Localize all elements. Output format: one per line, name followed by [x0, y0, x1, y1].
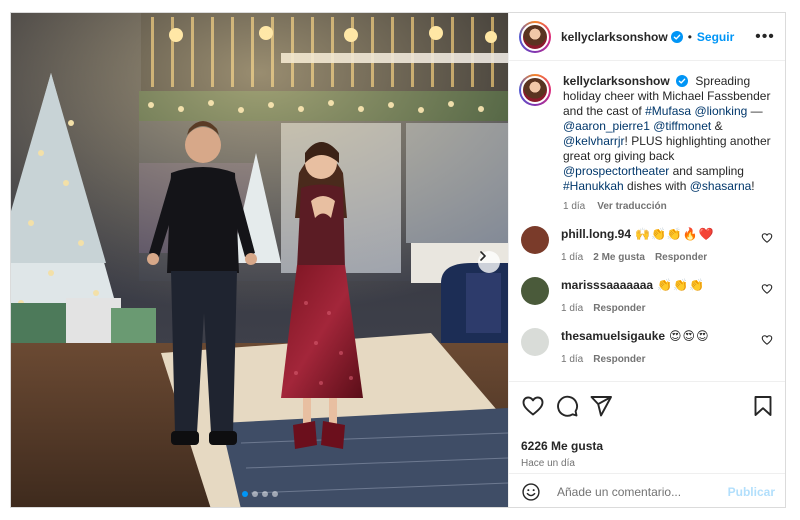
comment-line: marisssaaaaaaa 👏👏👏: [561, 277, 775, 293]
caption-tag-link[interactable]: #Mufasa: [645, 104, 691, 118]
comment-text: 😍😍😍: [669, 329, 710, 343]
verified-badge-icon: [676, 75, 689, 87]
reply-button[interactable]: Responder: [593, 354, 645, 365]
caption-tag-link[interactable]: @prospectortheater: [563, 164, 669, 178]
comment-meta: 1 día Responder: [561, 303, 775, 314]
comment-heart-icon[interactable]: [761, 334, 773, 346]
more-options-icon[interactable]: •••: [755, 28, 775, 44]
carousel-dots: [11, 491, 508, 497]
carousel-dot[interactable]: [261, 491, 268, 497]
verified-badge-icon: [670, 30, 683, 43]
carousel-dot[interactable]: [251, 491, 258, 497]
header-separator: •: [687, 29, 692, 44]
caption-tag-link[interactable]: @shasarna: [690, 179, 752, 193]
post-dialog: kellyclarksonshow • Seguir ••• kellyclar…: [10, 12, 786, 508]
post-side-panel: kellyclarksonshow • Seguir ••• kellyclar…: [508, 13, 785, 507]
comment-item: marisssaaaaaaa 👏👏👏 1 día Responder: [519, 277, 775, 314]
caption-meta: 1 día Ver traducción: [563, 201, 775, 212]
comment-body: thesamuelsigauke 😍😍😍 1 día Responder: [561, 328, 775, 365]
caption-text-segment: dishes with: [623, 179, 690, 193]
commenter-username[interactable]: phill.long.94: [561, 227, 631, 241]
commenter-avatar[interactable]: [521, 328, 549, 356]
post-caption: kellyclarksonshow Spreading holiday chee…: [519, 74, 775, 194]
translate-link[interactable]: Ver traducción: [597, 201, 666, 212]
heart-icon[interactable]: [521, 394, 545, 418]
commenter-avatar[interactable]: [521, 226, 549, 254]
caption-tag-link[interactable]: @aaron_pierre1: [563, 119, 650, 133]
reply-button[interactable]: Responder: [593, 303, 645, 314]
author-username[interactable]: kellyclarksonshow: [561, 30, 668, 44]
caption-tag-link[interactable]: @kelvharrjr: [563, 134, 625, 148]
caption-text-segment: —: [747, 104, 763, 118]
comment-text: 👏👏👏: [657, 278, 705, 292]
comment-time: 1 día: [561, 354, 584, 365]
comment-meta: 1 día Responder: [561, 354, 775, 365]
caption-text-segment: !: [751, 179, 755, 193]
author-avatar[interactable]: [519, 20, 551, 53]
comment-body: phill.long.94 🙌👏👏🔥❤️ 1 día 2 Me gusta Respon…: [561, 226, 775, 263]
comment-list: phill.long.94 🙌👏👏🔥❤️ 1 día 2 Me gusta Respon…: [519, 226, 775, 365]
commenter-username[interactable]: thesamuelsigauke: [561, 329, 665, 343]
studio-photo-illustration: [11, 13, 508, 507]
bookmark-icon[interactable]: [751, 394, 775, 418]
comment-icon[interactable]: [555, 394, 579, 418]
comment-composer: Publicar: [509, 473, 785, 507]
next-image-button[interactable]: [478, 251, 500, 273]
commenter-username[interactable]: marisssaaaaaaa: [561, 278, 653, 292]
commenter-avatar[interactable]: [521, 277, 549, 305]
caption-author-avatar[interactable]: [519, 74, 551, 106]
caption-tag-link[interactable]: @lionking: [694, 104, 747, 118]
comment-body: marisssaaaaaaa 👏👏👏 1 día Responder: [561, 277, 775, 314]
comment-text: 🙌👏👏🔥❤️: [635, 227, 715, 241]
share-icon[interactable]: [589, 394, 613, 418]
comment-heart-icon[interactable]: [761, 232, 773, 244]
caption-body: Spreading holiday cheer with Michael Fas…: [563, 74, 771, 193]
comment-heart-icon[interactable]: [761, 283, 773, 295]
comment-item: phill.long.94 🙌👏👏🔥❤️ 1 día 2 Me gusta Respon…: [519, 226, 775, 263]
caption-username[interactable]: kellyclarksonshow: [563, 74, 670, 88]
post-photo[interactable]: [11, 13, 508, 507]
comment-line: phill.long.94 🙌👏👏🔥❤️: [561, 226, 775, 242]
caption-tag-link[interactable]: #Hanukkah: [563, 179, 624, 193]
comment-meta: 1 día 2 Me gusta Responder: [561, 252, 775, 263]
comment-time: 1 día: [561, 252, 584, 263]
caption-text-segment: &: [711, 119, 723, 133]
comment-input[interactable]: [557, 484, 728, 499]
comment-likes[interactable]: 2 Me gusta: [593, 252, 645, 263]
follow-button[interactable]: Seguir: [697, 30, 734, 44]
carousel-dot[interactable]: [271, 491, 278, 497]
action-bar: [509, 381, 785, 429]
carousel-dot[interactable]: [241, 491, 248, 497]
emoji-icon[interactable]: [521, 482, 541, 502]
reply-button[interactable]: Responder: [655, 252, 707, 263]
caption-text: kellyclarksonshow Spreading holiday chee…: [563, 74, 775, 194]
comment-line: thesamuelsigauke 😍😍😍: [561, 328, 775, 344]
comment-item: thesamuelsigauke 😍😍😍 1 día Responder: [519, 328, 775, 365]
post-header: kellyclarksonshow • Seguir •••: [509, 13, 785, 61]
like-count[interactable]: 6226 Me gusta: [521, 439, 603, 453]
caption-tag-link[interactable]: @tiffmonet: [653, 119, 711, 133]
caption-text-segment: and sampling: [669, 164, 744, 178]
comments-area: kellyclarksonshow Spreading holiday chee…: [509, 62, 785, 381]
post-date: Hace un día: [521, 458, 575, 469]
comment-time: 1 día: [561, 303, 584, 314]
chevron-right-icon: [480, 251, 486, 261]
publish-button[interactable]: Publicar: [728, 485, 775, 499]
caption-time: 1 día: [563, 201, 586, 212]
